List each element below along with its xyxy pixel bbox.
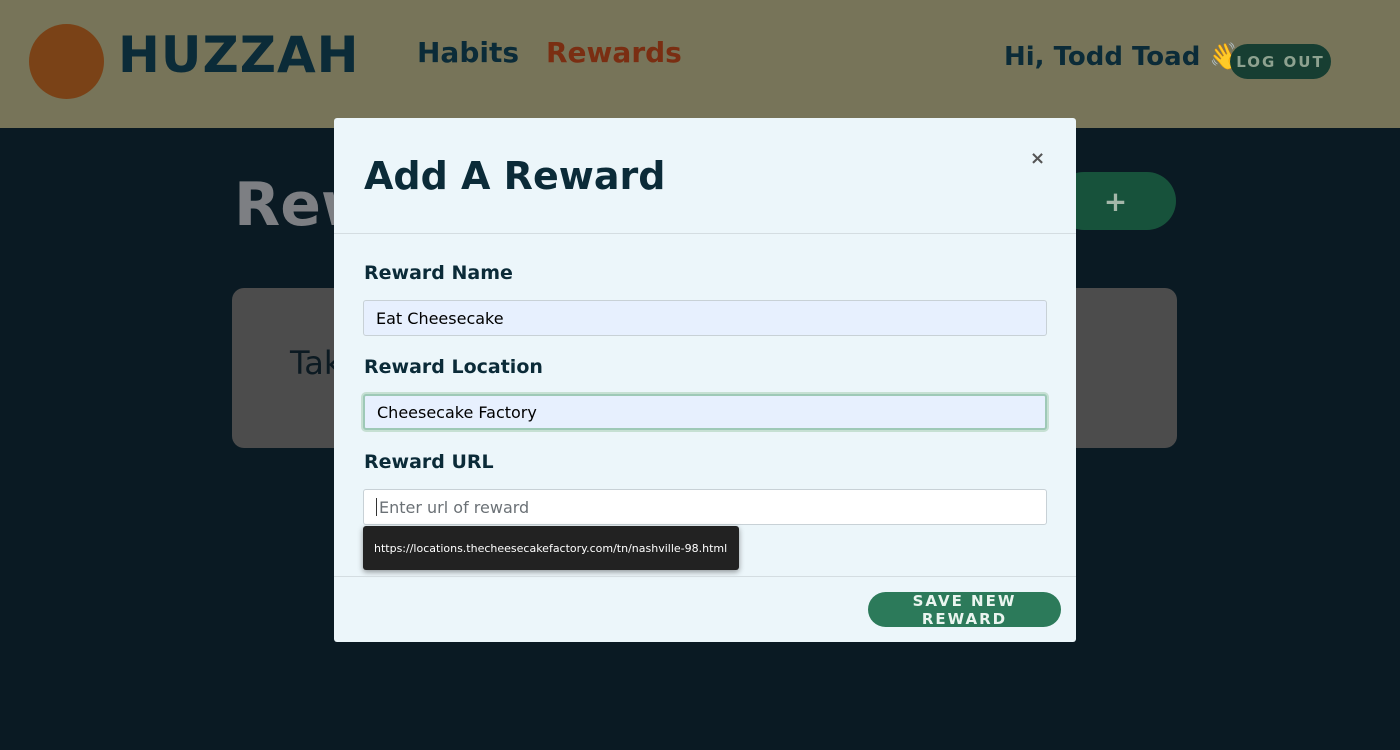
logout-button[interactable]: LOG OUT bbox=[1230, 44, 1331, 79]
url-tooltip-text: https://locations.thecheesecakefactory.c… bbox=[374, 541, 728, 555]
modal-title: Add A Reward bbox=[364, 154, 666, 198]
close-icon[interactable]: × bbox=[1030, 148, 1045, 169]
reward-location-label: Reward Location bbox=[364, 356, 543, 378]
reward-name-value: Eat Cheesecake bbox=[376, 308, 504, 328]
text-caret bbox=[376, 498, 377, 516]
reward-name-label: Reward Name bbox=[364, 262, 513, 284]
add-reward-modal: Add A Reward × Reward Name Eat Cheesecak… bbox=[334, 118, 1076, 642]
nav-link-habits[interactable]: Habits bbox=[417, 36, 519, 69]
save-new-reward-button[interactable]: SAVE NEW REWARD bbox=[868, 592, 1061, 628]
logo-circle[interactable] bbox=[29, 24, 104, 99]
reward-location-value: Cheesecake Factory bbox=[377, 402, 537, 422]
brand-name[interactable]: HUZZAH bbox=[118, 26, 360, 84]
nav-link-rewards[interactable]: Rewards bbox=[546, 36, 682, 69]
navbar: HUZZAH Habits Rewards Hi, Todd Toad 👋 LO… bbox=[0, 0, 1400, 128]
reward-url-placeholder: Enter url of reward bbox=[379, 497, 530, 517]
reward-location-input[interactable]: Cheesecake Factory bbox=[363, 394, 1047, 430]
modal-header: Add A Reward × bbox=[334, 118, 1076, 234]
reward-name-input[interactable]: Eat Cheesecake bbox=[363, 300, 1047, 336]
user-greeting: Hi, Todd Toad 👋 bbox=[1004, 42, 1242, 72]
reward-url-label: Reward URL bbox=[364, 451, 494, 473]
url-tooltip[interactable]: https://locations.thecheesecakefactory.c… bbox=[363, 526, 739, 570]
modal-footer: SAVE NEW REWARD bbox=[334, 576, 1076, 642]
reward-url-input[interactable]: Enter url of reward bbox=[363, 489, 1047, 525]
